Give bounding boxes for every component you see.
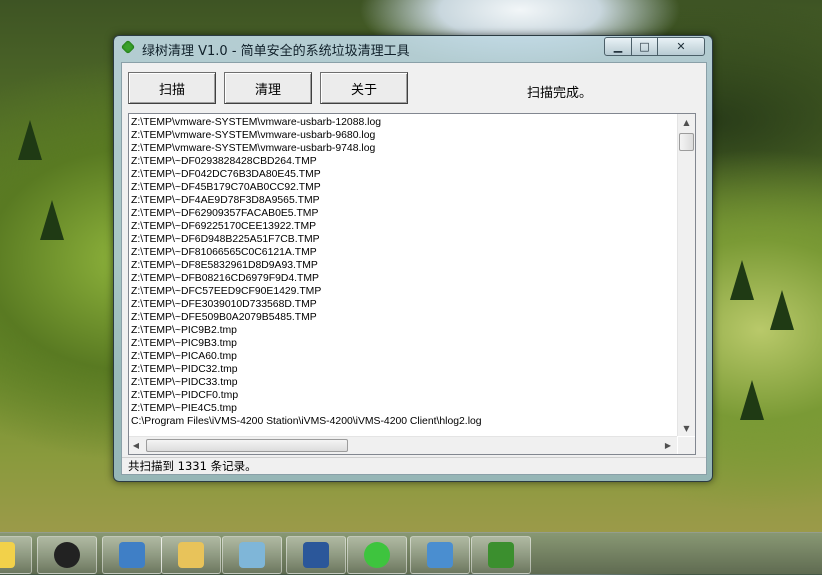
list-item[interactable]: Z:\TEMP\~PICA60.tmp bbox=[131, 350, 675, 363]
list-item[interactable]: Z:\TEMP\~DFC57EED9CF90E1429.TMP bbox=[131, 285, 675, 298]
list-item[interactable]: Z:\TEMP\vmware-SYSTEM\vmware-usbarb-9680… bbox=[131, 129, 675, 142]
clean-button[interactable]: 清理 bbox=[224, 72, 312, 104]
close-icon: ✕ bbox=[676, 40, 686, 53]
scrollbar-corner bbox=[678, 437, 695, 454]
caption-buttons: ▁ □ ✕ bbox=[604, 37, 705, 56]
background-tree bbox=[40, 200, 64, 240]
green-tree-app-icon bbox=[120, 39, 136, 55]
file-list-items: Z:\TEMP\vmware-SYSTEM\vmware-usbarb-1208… bbox=[131, 116, 675, 434]
window-title: 绿树清理 V1.0 - 简单安全的系统垃圾清理工具 bbox=[142, 44, 410, 59]
list-item[interactable]: Z:\TEMP\~DF4AE9D78F3D8A9565.TMP bbox=[131, 194, 675, 207]
background-tree bbox=[770, 290, 794, 330]
file-explorer-icon bbox=[178, 542, 204, 568]
background-tree bbox=[730, 260, 754, 300]
list-item[interactable]: Z:\TEMP\vmware-SYSTEM\vmware-usbarb-9748… bbox=[131, 142, 675, 155]
background-tree bbox=[18, 120, 42, 160]
taskbar-button[interactable] bbox=[161, 536, 221, 574]
status-bar: 共扫描到 1331 条记录。 bbox=[122, 457, 706, 475]
scroll-right-arrow-icon[interactable]: ▶ bbox=[661, 437, 675, 453]
notepad-icon bbox=[239, 542, 265, 568]
photo-viewer-icon bbox=[427, 542, 453, 568]
horizontal-scrollbar[interactable]: ◀ ▶ bbox=[129, 436, 677, 454]
list-item[interactable]: Z:\TEMP\~PIC9B3.tmp bbox=[131, 337, 675, 350]
scan-status-text: 扫描完成。 bbox=[527, 86, 593, 101]
list-item[interactable]: Z:\TEMP\~DF8E5832961D8D9A93.TMP bbox=[131, 259, 675, 272]
green-tree-cleaner-icon bbox=[488, 542, 514, 568]
list-item[interactable]: Z:\TEMP\~PIDC33.tmp bbox=[131, 376, 675, 389]
list-item[interactable]: Z:\TEMP\~DF0293828428CBD264.TMP bbox=[131, 155, 675, 168]
minimize-button[interactable]: ▁ bbox=[604, 37, 632, 56]
close-button[interactable]: ✕ bbox=[657, 37, 705, 56]
word-icon bbox=[303, 542, 329, 568]
client-area: 扫描 清理 关于 扫描完成。 Z:\TEMP\vmware-SYSTEM\vmw… bbox=[121, 62, 707, 475]
about-button[interactable]: 关于 bbox=[320, 72, 408, 104]
wechat-icon bbox=[364, 542, 390, 568]
list-item[interactable]: Z:\TEMP\vmware-SYSTEM\vmware-usbarb-1208… bbox=[131, 116, 675, 129]
scroll-left-arrow-icon[interactable]: ◀ bbox=[129, 437, 143, 453]
horizontal-scroll-thumb[interactable] bbox=[146, 439, 348, 452]
list-item[interactable]: Z:\TEMP\~PIDC32.tmp bbox=[131, 363, 675, 376]
taskbar-button[interactable] bbox=[102, 536, 162, 574]
list-item[interactable]: Z:\TEMP\~PIE4C5.tmp bbox=[131, 402, 675, 415]
file-list[interactable]: Z:\TEMP\vmware-SYSTEM\vmware-usbarb-1208… bbox=[128, 113, 696, 455]
taskbar-button[interactable] bbox=[0, 536, 32, 574]
list-item[interactable]: Z:\TEMP\~DFB08216CD6979F9D4.TMP bbox=[131, 272, 675, 285]
minimize-icon: ▁ bbox=[613, 40, 623, 53]
scan-button[interactable]: 扫描 bbox=[128, 72, 216, 104]
taskbar-button[interactable] bbox=[222, 536, 282, 574]
background-tree bbox=[740, 380, 764, 420]
list-item[interactable]: Z:\TEMP\~DF042DC76B3DA80E45.TMP bbox=[131, 168, 675, 181]
taskbar-button[interactable] bbox=[410, 536, 470, 574]
list-item[interactable]: C:\Program Files\iVMS-4200 Station\iVMS-… bbox=[131, 415, 675, 428]
app-window: 绿树清理 V1.0 - 简单安全的系统垃圾清理工具 ▁ □ ✕ 扫描 清理 关于… bbox=[113, 35, 713, 482]
control-panel-icon bbox=[119, 542, 145, 568]
maximize-button[interactable]: □ bbox=[631, 37, 658, 56]
list-item[interactable]: Z:\TEMP\~DFE3039010D733568D.TMP bbox=[131, 298, 675, 311]
list-item[interactable]: Z:\TEMP\~DF81066565C0C6121A.TMP bbox=[131, 246, 675, 259]
taskbar-button[interactable] bbox=[471, 536, 531, 574]
list-item[interactable]: Z:\TEMP\~DF6D948B225A51F7CB.TMP bbox=[131, 233, 675, 246]
qq-penguin-icon bbox=[54, 542, 80, 568]
scroll-up-arrow-icon[interactable]: ▲ bbox=[678, 114, 695, 130]
record-count-text: 共扫描到 1331 条记录。 bbox=[128, 459, 257, 473]
maximize-icon: □ bbox=[639, 40, 650, 53]
list-item[interactable]: Z:\TEMP\~PIC9B2.tmp bbox=[131, 324, 675, 337]
scroll-down-arrow-icon[interactable]: ▼ bbox=[678, 420, 695, 436]
taskbar-button[interactable] bbox=[37, 536, 97, 574]
title-bar[interactable]: 绿树清理 V1.0 - 简单安全的系统垃圾清理工具 ▁ □ ✕ bbox=[114, 36, 712, 60]
list-item[interactable]: Z:\TEMP\~DF69225170CEE13922.TMP bbox=[131, 220, 675, 233]
taskbar-button[interactable] bbox=[347, 536, 407, 574]
taskbar bbox=[0, 532, 822, 575]
list-item[interactable]: Z:\TEMP\~PIDCF0.tmp bbox=[131, 389, 675, 402]
list-item[interactable]: Z:\TEMP\~DF62909357FACAB0E5.TMP bbox=[131, 207, 675, 220]
sticky-notes-icon bbox=[0, 542, 15, 568]
list-item[interactable]: Z:\TEMP\~DFE509B0A2079B5485.TMP bbox=[131, 311, 675, 324]
list-item[interactable]: Z:\TEMP\~DF45B179C70AB0CC92.TMP bbox=[131, 181, 675, 194]
taskbar-button[interactable] bbox=[286, 536, 346, 574]
vertical-scrollbar[interactable]: ▲ ▼ bbox=[677, 114, 695, 436]
vertical-scroll-thumb[interactable] bbox=[679, 133, 694, 151]
